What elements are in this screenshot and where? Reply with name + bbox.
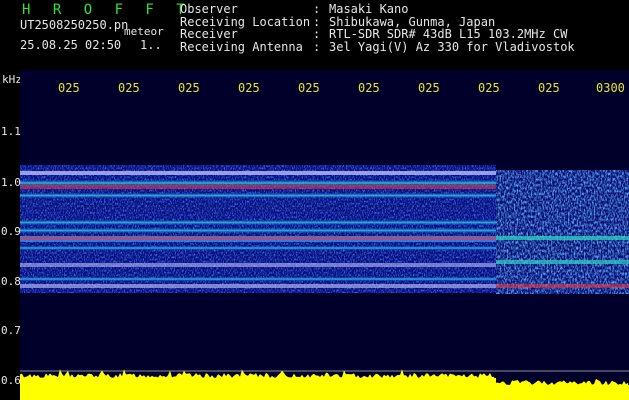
band — [20, 185, 496, 189]
y-tick-label: 1.1 — [1, 125, 21, 138]
observer-value: Masaki Kano — [329, 2, 409, 16]
band — [20, 228, 496, 233]
time-tick-label: 025 — [58, 81, 80, 95]
receiver-value: RTL-SDR SDR# 43dB L15 103.2MHz CW — [329, 27, 568, 41]
signal-noise-right — [496, 170, 629, 294]
frequency-unit-label: kHz — [2, 73, 22, 86]
y-tick-label: 1.0 — [1, 176, 21, 189]
time-tick-label: 025 — [118, 81, 140, 95]
band — [20, 171, 496, 175]
meteor-label: meteor — [124, 25, 164, 38]
station-info: Observer : Masaki Kano Receiving Locatio… — [180, 3, 575, 53]
header-panel: H R O F F T UT2508250250.pn meteor 25.08… — [0, 0, 629, 70]
y-tick-label: 0.6 — [1, 374, 21, 387]
band — [20, 246, 496, 250]
band — [20, 220, 496, 225]
time-tick-label: 025 — [478, 81, 500, 95]
band — [20, 284, 496, 288]
band — [20, 263, 496, 267]
file-name: UT2508250250.pn — [20, 18, 129, 32]
observer-row: Observer : Masaki Kano — [180, 3, 575, 16]
time-tick-label: 025 — [538, 81, 560, 95]
time-tick-label: 025 — [358, 81, 380, 95]
antenna-value: 3el Yagi(V) Az 330 for Vladivostok — [329, 39, 575, 54]
time-tick-label: 025 — [178, 81, 200, 95]
band — [20, 277, 496, 281]
y-tick-label: 0.8 — [1, 275, 21, 288]
separator: : — [313, 39, 321, 54]
antenna-label: Receiving Antenna — [180, 39, 303, 54]
time-tick-label: 025 — [418, 81, 440, 95]
observer-label: Observer — [180, 2, 238, 16]
spectrogram — [20, 70, 629, 400]
band — [496, 284, 629, 288]
separator: : — [313, 2, 321, 16]
receiver-row: Receiver : RTL-SDR SDR# 43dB L15 103.2MH… — [180, 28, 575, 41]
time-tick-label: 025 — [298, 81, 320, 95]
y-tick-label: 0.7 — [1, 324, 21, 337]
capture-datetime: 25.08.25 02:50 — [20, 38, 122, 52]
time-tick-label: 025 — [238, 81, 260, 95]
brand-title: H R O F F T — [22, 2, 192, 18]
count-label: 1.. — [140, 38, 162, 52]
y-tick-label: 0.9 — [1, 225, 21, 238]
antenna-row: Receiving Antenna : 3el Yagi(V) Az 330 f… — [180, 39, 575, 54]
receiver-label: Receiver — [180, 27, 238, 41]
time-tick-label: 0300 — [596, 81, 625, 95]
separator: : — [313, 27, 321, 41]
band — [496, 236, 629, 240]
band — [20, 193, 496, 198]
band — [496, 260, 629, 264]
band — [20, 237, 496, 240]
